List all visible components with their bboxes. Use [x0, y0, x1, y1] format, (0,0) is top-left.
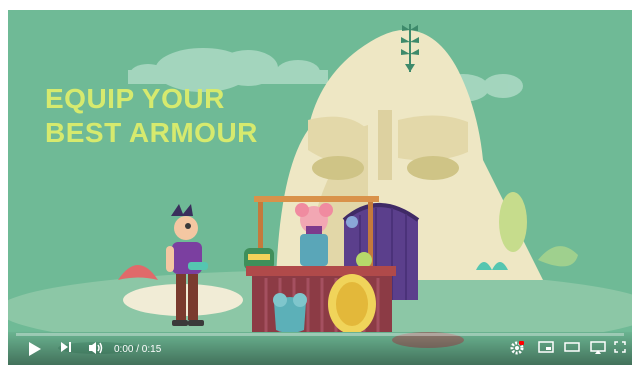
settings-button[interactable]: [510, 341, 524, 355]
play-button[interactable]: [28, 341, 42, 357]
progress-bar[interactable]: [16, 333, 624, 336]
video-player[interactable]: EQUIP YOUR BEST ARMOUR 0:00 / 0:15: [8, 10, 632, 365]
video-frame-illustration: [8, 10, 632, 365]
headline-line-1: EQUIP YOUR: [45, 83, 225, 114]
cast-icon: [590, 341, 606, 355]
next-button[interactable]: [60, 341, 72, 353]
next-icon: [60, 341, 72, 353]
fullscreen-button[interactable]: [614, 341, 626, 353]
miniplayer-button[interactable]: [538, 341, 554, 353]
play-icon: [28, 341, 42, 357]
player-controls-bar: 0:00 / 0:15: [8, 331, 632, 365]
settings-gear-icon: [510, 341, 524, 355]
volume-icon: [88, 341, 104, 355]
theater-mode-button[interactable]: [564, 341, 580, 353]
cast-button[interactable]: [590, 341, 606, 355]
video-headline: EQUIP YOUR BEST ARMOUR: [45, 82, 258, 150]
miniplayer-icon: [538, 341, 554, 353]
volume-button[interactable]: [88, 341, 104, 355]
theater-mode-icon: [564, 341, 580, 353]
fullscreen-icon: [614, 341, 626, 353]
time-display: 0:00 / 0:15: [114, 344, 162, 355]
headline-line-2: BEST ARMOUR: [45, 117, 258, 148]
